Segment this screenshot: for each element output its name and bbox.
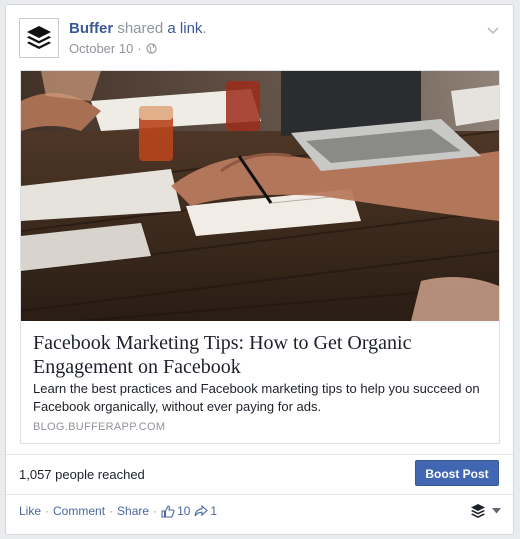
action-separator: · bbox=[45, 504, 50, 518]
divider bbox=[6, 454, 513, 455]
link-title[interactable]: Facebook Marketing Tips: How to Get Orga… bbox=[33, 331, 483, 379]
boost-post-button[interactable]: Boost Post bbox=[415, 460, 499, 486]
link-preview[interactable]: Facebook Marketing Tips: How to Get Orga… bbox=[20, 70, 500, 444]
publisher-selector[interactable] bbox=[470, 503, 501, 519]
share-count-value: 1 bbox=[210, 504, 218, 518]
like-count[interactable]: 10 bbox=[161, 504, 190, 518]
author-name[interactable]: Buffer bbox=[69, 20, 113, 37]
comment-link[interactable]: Comment bbox=[53, 504, 105, 518]
shared-link[interactable]: a link bbox=[167, 20, 202, 37]
meta-separator: · bbox=[137, 41, 142, 56]
link-description: Learn the best practices and Facebook ma… bbox=[33, 381, 480, 414]
action-suffix: . bbox=[202, 20, 207, 37]
post-date[interactable]: October 10 bbox=[69, 41, 133, 56]
thumbs-up-icon bbox=[161, 505, 175, 518]
link-domain: BLOG.BUFFERAPP.COM bbox=[33, 421, 166, 433]
share-link[interactable]: Share bbox=[117, 504, 149, 518]
author-line: Buffer shared a link. bbox=[69, 20, 207, 37]
link-image[interactable] bbox=[21, 71, 499, 321]
reach-count[interactable]: 1,057 people reached bbox=[19, 467, 145, 482]
post-meta: October 10 · bbox=[69, 41, 157, 56]
action-separator: · bbox=[109, 504, 114, 518]
avatar[interactable] bbox=[19, 18, 59, 58]
post-card: Buffer shared a link. October 10 · Faceb… bbox=[5, 4, 514, 535]
action-separator: · bbox=[153, 504, 158, 518]
buffer-stack-icon bbox=[471, 504, 485, 518]
post-header: Buffer shared a link. October 10 · bbox=[19, 18, 503, 62]
buffer-logo-icon bbox=[27, 26, 51, 49]
like-count-value: 10 bbox=[177, 504, 191, 518]
like-link[interactable]: Like bbox=[19, 504, 41, 518]
post-actions: Like · Comment · Share · 10 1 bbox=[19, 504, 217, 518]
share-arrow-icon bbox=[194, 505, 209, 517]
share-count[interactable]: 1 bbox=[194, 504, 217, 518]
chevron-down-icon[interactable] bbox=[487, 24, 499, 38]
caret-down-icon bbox=[492, 508, 501, 514]
globe-icon[interactable] bbox=[146, 43, 157, 54]
action-prefix: shared bbox=[117, 20, 164, 37]
divider bbox=[6, 494, 513, 495]
